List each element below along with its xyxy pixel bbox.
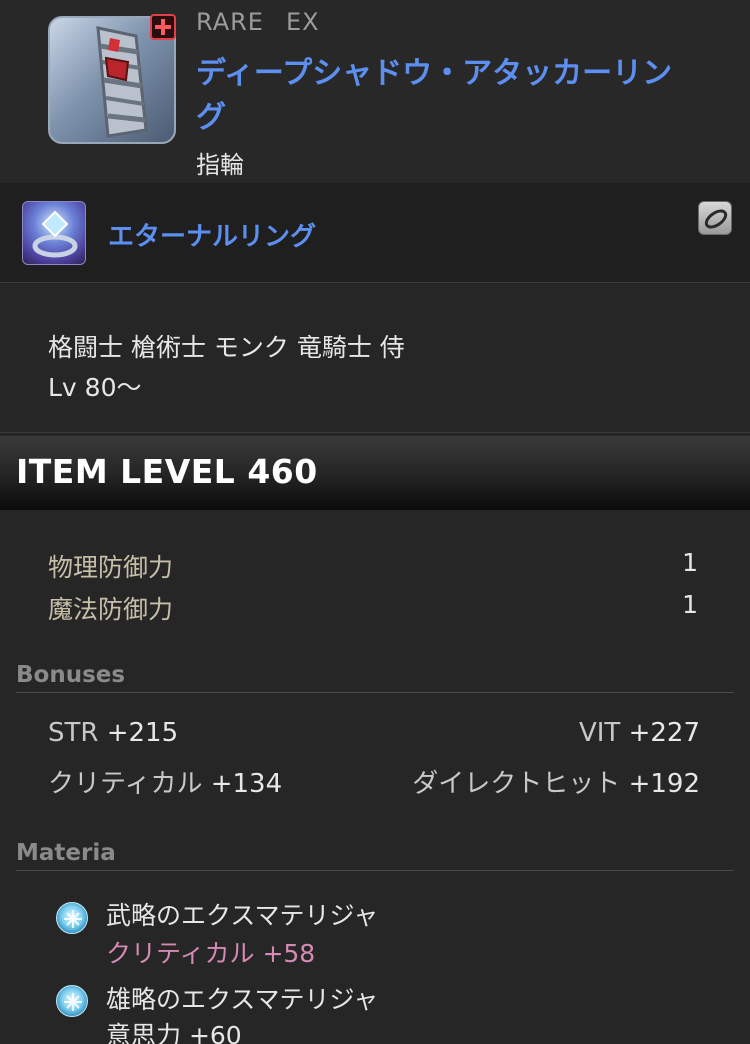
stat-label-magic-defense: 魔法防御力: [48, 595, 174, 624]
bonus-critical: クリティカル +134: [48, 763, 282, 800]
materia-name: 武略のエクスマテリジャ: [106, 901, 379, 930]
item-category: 指輪: [196, 151, 244, 179]
rarity-label: RARE: [196, 8, 264, 36]
bonus-label: クリティカル: [48, 769, 203, 799]
materia-icon: [56, 902, 88, 934]
stat-label-physical-defense: 物理防御力: [48, 553, 174, 582]
bonus-value: +215: [106, 718, 179, 748]
job-list: 格闘士 槍術士 モンク 竜騎士 侍: [48, 333, 405, 362]
bonus-vit: VIT +227: [579, 718, 700, 748]
item-level: ITEM LEVEL 460: [16, 452, 318, 491]
bonus-value: +192: [628, 769, 700, 799]
bonus-str: STR +215: [48, 718, 178, 748]
bonus-label: VIT: [578, 718, 621, 748]
bonus-label: ダイレクトヒット: [412, 769, 621, 799]
required-level: Lv 80〜: [48, 373, 142, 402]
bonus-value: +134: [210, 769, 283, 799]
materia-title: Materia: [16, 840, 116, 866]
eternal-ring-icon: [22, 201, 86, 265]
bonus-direct-hit: ダイレクトヒット +192: [412, 763, 700, 800]
materia-stat: 意思力 +60: [106, 1021, 242, 1044]
bonuses-title: Bonuses: [16, 662, 126, 688]
item-name: ディープシャドウ・アタッカーリング: [196, 56, 673, 135]
stat-value-magic-defense: 1: [682, 590, 698, 619]
materia-stat: クリティカル +58: [106, 939, 316, 968]
ex-tag: EX: [285, 8, 320, 36]
bonuses-rule: [16, 692, 734, 693]
materia-icon: [56, 985, 88, 1017]
materia-rule: [16, 870, 734, 871]
plus-icon: [150, 14, 176, 40]
rarity-line: RARE EX: [196, 8, 342, 36]
bonus-value: +227: [628, 718, 700, 748]
bonus-label: STR: [48, 718, 99, 748]
stat-value-physical-defense: 1: [682, 548, 698, 577]
materia-name: 雄略のエクスマテリジャ: [106, 985, 379, 1014]
glamour-ring-icon: [698, 201, 732, 235]
glamour-name: エターナルリング: [108, 222, 317, 252]
divider: [0, 432, 750, 433]
